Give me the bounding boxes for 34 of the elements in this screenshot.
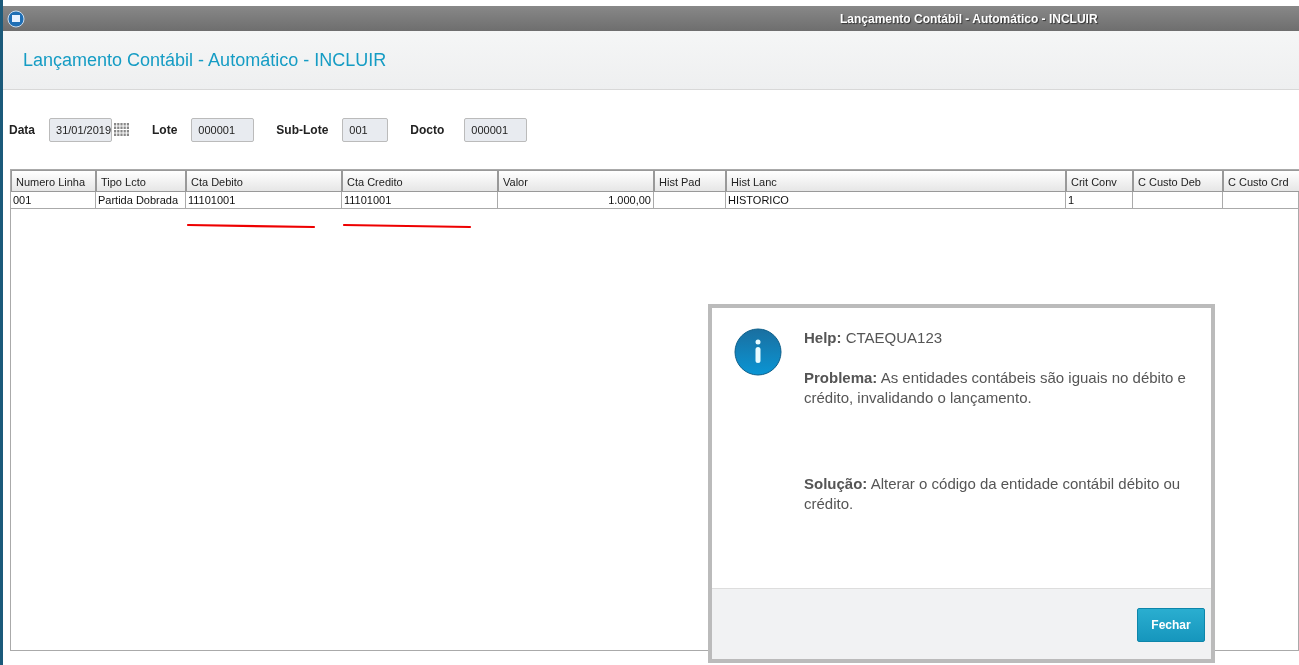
help-text: Solução: Alterar o código da entidade contábil débito ou crédito. <box>804 474 1182 514</box>
field-label: Data <box>9 123 35 137</box>
input-field[interactable]: 001 <box>342 118 389 142</box>
input-field[interactable]: 000001 <box>464 118 528 142</box>
calendar-icon[interactable] <box>114 123 130 137</box>
table-cell: 11101001 <box>342 192 498 209</box>
help-text: Problema: As entidades contábeis são iguais no débito e crédito, invalidando o lançamento. <box>804 368 1187 408</box>
table-cell <box>654 192 726 209</box>
column-header[interactable]: Crit Conv <box>1066 170 1133 192</box>
column-header[interactable]: Cta Credito <box>342 170 498 192</box>
app-icon <box>7 9 25 28</box>
column-header[interactable]: C Custo Crd <box>1223 170 1299 192</box>
column-header[interactable]: Hist Pad <box>654 170 726 192</box>
field-label: Lote <box>152 123 178 137</box>
table-cell: HISTORICO <box>726 192 1066 209</box>
column-header[interactable]: Tipo Lcto <box>96 170 186 192</box>
table-cell: 1.000,00 <box>498 192 654 209</box>
input-field[interactable]: 31/01/2019 <box>49 118 112 142</box>
input-field[interactable]: 000001 <box>191 118 255 142</box>
page-title: Lançamento Contábil - Automático - INCLUIR <box>23 49 387 71</box>
field-label: Docto <box>410 123 445 137</box>
table-cell: 001 <box>11 192 96 209</box>
table-cell: Partida Dobrada <box>96 192 186 209</box>
column-header[interactable]: Numero Linha <box>11 170 96 192</box>
window-title: Lançamento Contábil - Automático - INCLUIR <box>840 11 1098 26</box>
column-header[interactable]: Hist Lanc <box>726 170 1066 192</box>
column-header[interactable]: C Custo Deb <box>1133 170 1223 192</box>
help-text: Help: CTAEQUA123 <box>804 328 944 348</box>
field-label: Sub-Lote <box>276 123 329 137</box>
column-header[interactable]: Cta Debito <box>186 170 342 192</box>
column-header[interactable]: Valor <box>498 170 654 192</box>
table-cell: 1 <box>1066 192 1133 209</box>
table-cell: 11101001 <box>186 192 342 209</box>
info-icon <box>734 328 782 376</box>
